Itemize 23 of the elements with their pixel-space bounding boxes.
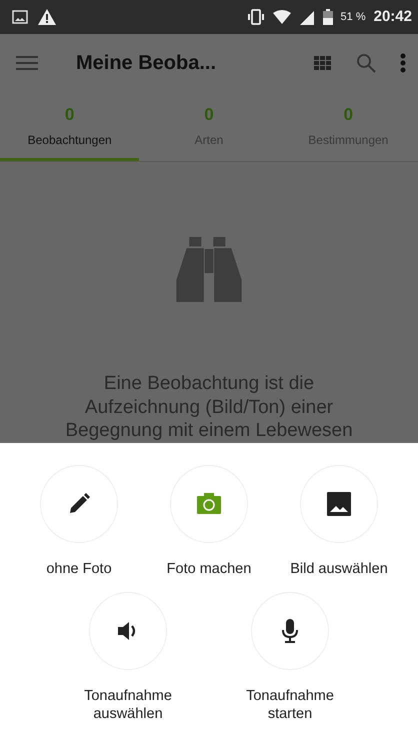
grid-icon: [314, 56, 332, 70]
empty-state-text: Eine Beobachtung ist die Aufzeichnung (Bild/Ton) einer Begegnung mit einem Lebewesen: [64, 372, 354, 443]
option-button[interactable]: Tonaufnahme starten: [235, 592, 345, 724]
image-icon: [326, 491, 352, 517]
option-button[interactable]: Foto machen: [154, 465, 264, 578]
battery-icon: [322, 9, 333, 25]
more-icon: [400, 52, 406, 73]
option-button[interactable]: ohne Foto: [24, 465, 134, 578]
vibrate-icon: [246, 9, 265, 25]
clock: 20:42: [374, 6, 412, 27]
signal-icon: [298, 9, 315, 25]
screen-title: Meine Beoba...: [76, 51, 218, 76]
camera-icon: [196, 491, 222, 517]
search-button[interactable]: [356, 51, 376, 75]
search-icon: [356, 52, 376, 73]
wifi-icon: [272, 10, 291, 24]
more-options-button[interactable]: [400, 51, 406, 75]
warning-icon: [38, 9, 56, 25]
option-button[interactable]: Bild auswählen: [284, 465, 394, 578]
image-icon: [12, 10, 28, 24]
menu-icon: [16, 54, 38, 71]
option-button[interactable]: Tonaufnahme auswählen: [73, 592, 183, 724]
battery-percentage: 51 %: [340, 10, 366, 25]
